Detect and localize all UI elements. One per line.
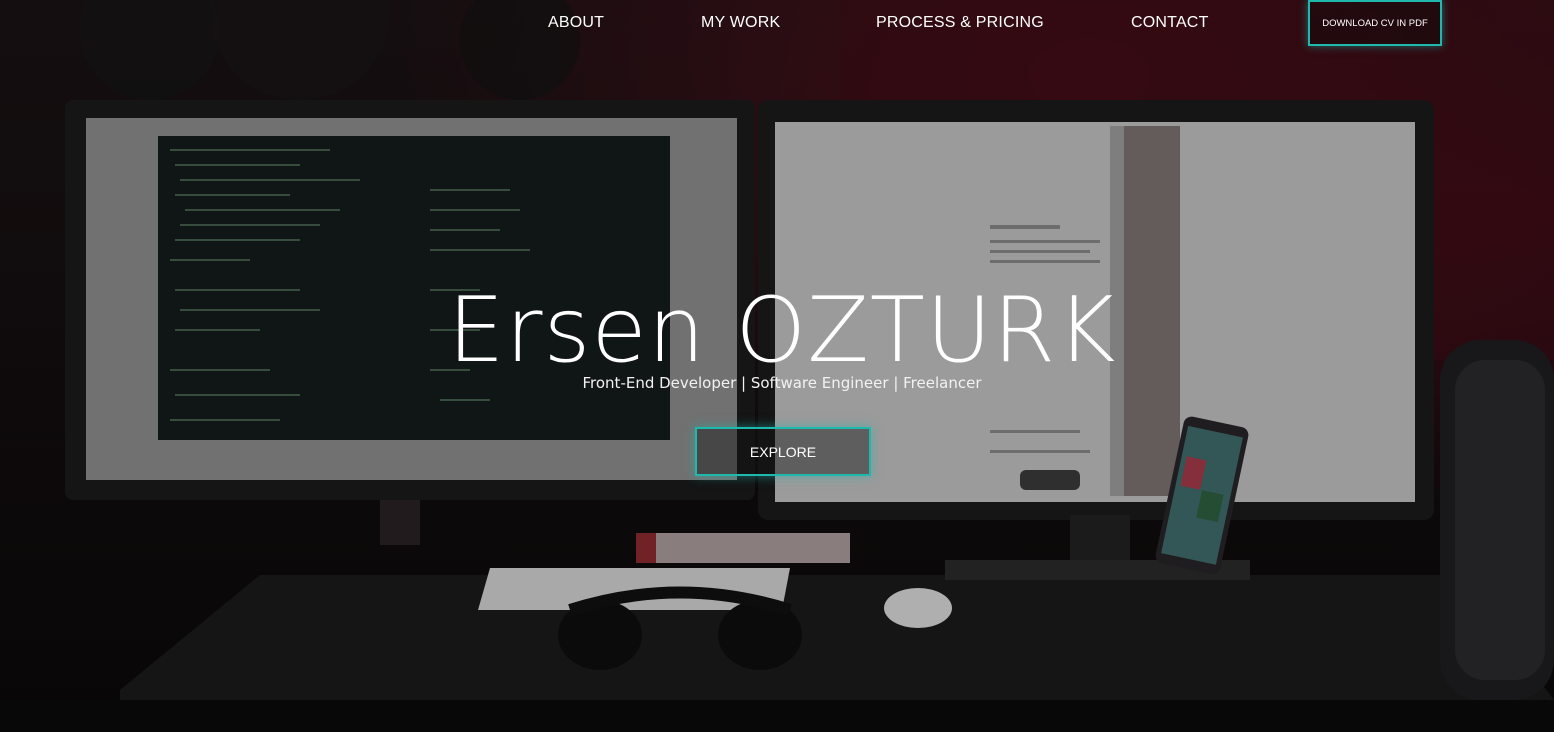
nav-process-pricing[interactable]: PROCESS & PRICING <box>876 14 1044 32</box>
nav-about[interactable]: ABOUT <box>548 14 604 32</box>
hero-section: ABOUT MY WORK PROCESS & PRICING CONTACT … <box>0 0 1554 732</box>
hero-subtitle: Front-End Developer | Software Engineer … <box>582 374 982 392</box>
download-cv-button[interactable]: DOWNLOAD CV IN PDF <box>1308 0 1442 46</box>
nav-my-work[interactable]: MY WORK <box>701 14 780 32</box>
nav-contact[interactable]: CONTACT <box>1131 14 1209 32</box>
top-navigation: ABOUT MY WORK PROCESS & PRICING CONTACT … <box>0 0 1554 50</box>
hero-title: Ersen OZTURK <box>447 278 1117 383</box>
explore-button[interactable]: EXPLORE <box>695 427 871 476</box>
